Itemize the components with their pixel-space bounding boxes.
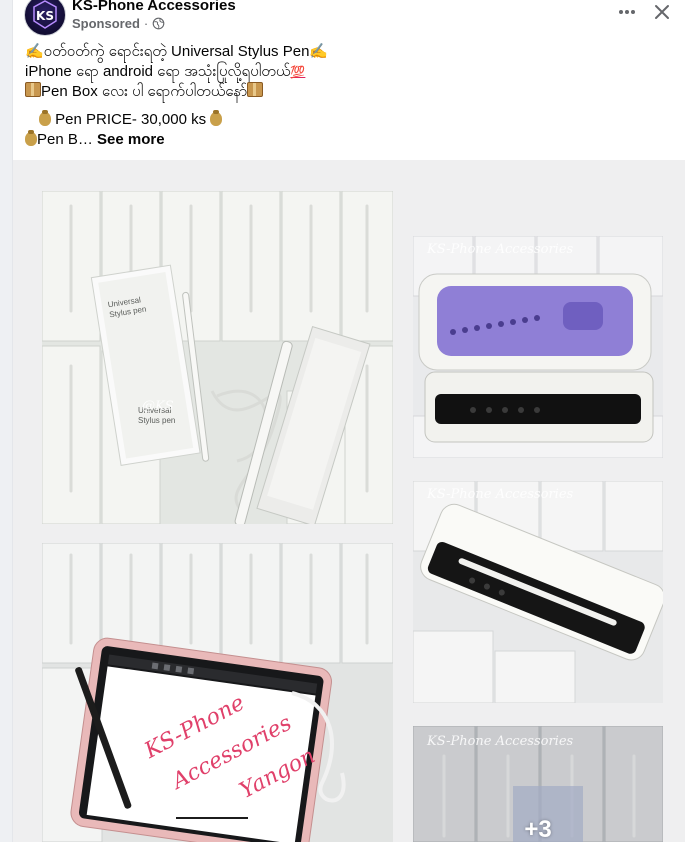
sponsored-label[interactable]: Sponsored (72, 16, 140, 31)
photo-watermark: KS-Phone Accessories (427, 242, 574, 257)
post-media-grid: Universal Stylus pen Universal Stylus pe… (13, 160, 685, 842)
close-post-button[interactable] (649, 0, 675, 24)
close-icon (655, 5, 669, 19)
photo-more-images[interactable]: KS-Phone Accessories +3 (413, 726, 663, 842)
photo-watermark: KS-Phone Accessories (427, 734, 574, 749)
price-text: Pen PRICE- 30,000 ks (55, 111, 207, 128)
ks-logo-icon: KS (33, 0, 57, 29)
photo-purple-case[interactable]: KS-Phone Accessories (413, 236, 663, 458)
post-text-line-5: Pen B… See more (25, 130, 665, 150)
page-avatar[interactable]: KS (24, 0, 66, 36)
package-icon (25, 82, 41, 97)
svg-text:Stylus pen: Stylus pen (138, 416, 175, 425)
purple-case-image (413, 236, 663, 458)
separator-dot: · (143, 16, 149, 31)
page-name-link[interactable]: KS-Phone Accessories (72, 0, 236, 14)
tablet-handwriting-image: KS-Phone Accessories Yangon (42, 543, 393, 842)
globe-icon[interactable] (152, 17, 165, 30)
post-text-line-3-text: Pen Box လေး ပါ ရောက်ပါတယ်နော် (41, 83, 248, 100)
money-bag-icon (25, 130, 37, 146)
photo-tablet-handwriting[interactable]: KS-Phone Accessories Yangon (42, 543, 393, 842)
see-more-link[interactable]: See more (97, 131, 165, 148)
photo-pen-in-case[interactable]: KS-Phone Accessories (413, 481, 663, 703)
photo-watermark: KS-Phone Accessories (427, 487, 574, 502)
post-text-line-2: iPhone ရော android ရော အသုံးပြုလို့ရပါတယ… (25, 62, 665, 82)
more-options-button[interactable] (613, 0, 641, 24)
pen-in-case-image (413, 481, 663, 703)
post-text-line-5-text: Pen B… (37, 131, 93, 148)
package-icon (247, 82, 264, 97)
hundred-points-icon: 💯 (290, 65, 306, 79)
post-text-price-line: Pen PRICE- 30,000 ks (25, 110, 665, 130)
post-text-line-1: ✍️ဝတ်ဝတ်ကွဲ ရောင်းရတဲ့ Universal Stylus … (25, 43, 329, 60)
feed-gutter (0, 0, 13, 842)
more-options-icon (619, 10, 635, 14)
stylus-boxes-image: Universal Stylus pen Universal Stylus pe… (42, 191, 393, 524)
money-bag-icon (39, 110, 51, 126)
svg-text:KS: KS (36, 9, 54, 23)
photo-watermark: @KS (142, 399, 174, 414)
photo-stylus-boxes[interactable]: Universal Stylus pen Universal Stylus pe… (42, 191, 393, 524)
facebook-feed-page: KS KS-Phone Accessories Sponsored · ✍️ဝတ… (0, 0, 685, 842)
post-text-line-2-text: iPhone ရော android ရော အသုံးပြုလို့ရပါတယ… (25, 63, 291, 80)
post-text-line-3: Pen Box လေး ပါ ရောက်ပါတယ်နော် (25, 82, 665, 102)
sponsored-row: Sponsored · (72, 16, 165, 31)
more-photos-count[interactable]: +3 (413, 816, 663, 842)
sponsored-post: KS KS-Phone Accessories Sponsored · ✍️ဝတ… (13, 0, 685, 842)
money-bag-icon (210, 110, 223, 126)
post-message: ✍️ဝတ်ဝတ်ကွဲ ရောင်းရတဲ့ Universal Stylus … (25, 42, 665, 150)
